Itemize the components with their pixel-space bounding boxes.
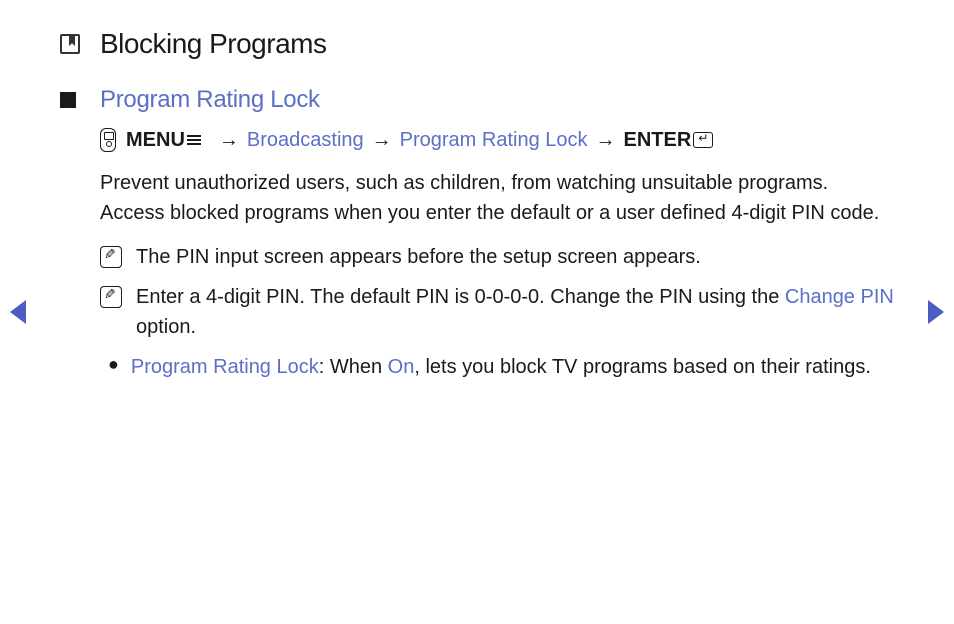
bullet-text: Program Rating Lock: When On, lets you b… (131, 352, 871, 382)
arrow-icon: → (372, 129, 392, 152)
bullet-label: Program Rating Lock (131, 356, 319, 378)
bookmark-icon (60, 34, 80, 54)
title-row: Blocking Programs (60, 28, 894, 60)
note2-text-part2: option. (136, 316, 196, 338)
path-program-rating-lock: Program Rating Lock (400, 129, 588, 152)
arrow-icon: → (219, 129, 239, 152)
next-page-arrow[interactable] (928, 300, 944, 324)
description-text: Prevent unauthorized users, such as chil… (100, 168, 894, 228)
path-broadcasting: Broadcasting (247, 129, 364, 152)
menu-path: MENU → Broadcasting → Program Rating Loc… (100, 128, 894, 152)
note2-text-part1: Enter a 4-digit PIN. The default PIN is … (136, 286, 785, 308)
section-body: MENU → Broadcasting → Program Rating Loc… (100, 128, 894, 382)
note-row-1: The PIN input screen appears before the … (100, 242, 894, 272)
bullet-row: ● Program Rating Lock: When On, lets you… (100, 352, 894, 382)
section-heading: Program Rating Lock (100, 86, 320, 114)
remote-icon (100, 128, 116, 152)
prev-page-arrow[interactable] (10, 300, 26, 324)
page-title: Blocking Programs (100, 28, 326, 60)
square-bullet-icon (60, 92, 76, 108)
note-icon (100, 286, 122, 308)
note-text-2: Enter a 4-digit PIN. The default PIN is … (136, 282, 894, 342)
enter-icon (693, 132, 713, 148)
enter-label: ENTER (624, 129, 692, 152)
menu-icon (187, 133, 203, 147)
arrow-icon: → (596, 129, 616, 152)
bullet-sep: : When (319, 356, 388, 378)
note-icon (100, 246, 122, 268)
page-content: Blocking Programs Program Rating Lock ME… (0, 0, 954, 382)
note-text-1: The PIN input screen appears before the … (136, 242, 701, 272)
bullet-value: On (388, 356, 415, 378)
menu-label: MENU (126, 129, 185, 152)
bullet-icon: ● (108, 354, 119, 375)
note-row-2: Enter a 4-digit PIN. The default PIN is … (100, 282, 894, 342)
bullet-rest: , lets you block TV programs based on th… (414, 356, 871, 378)
section-heading-row: Program Rating Lock (60, 86, 894, 114)
change-pin-link: Change PIN (785, 286, 894, 308)
